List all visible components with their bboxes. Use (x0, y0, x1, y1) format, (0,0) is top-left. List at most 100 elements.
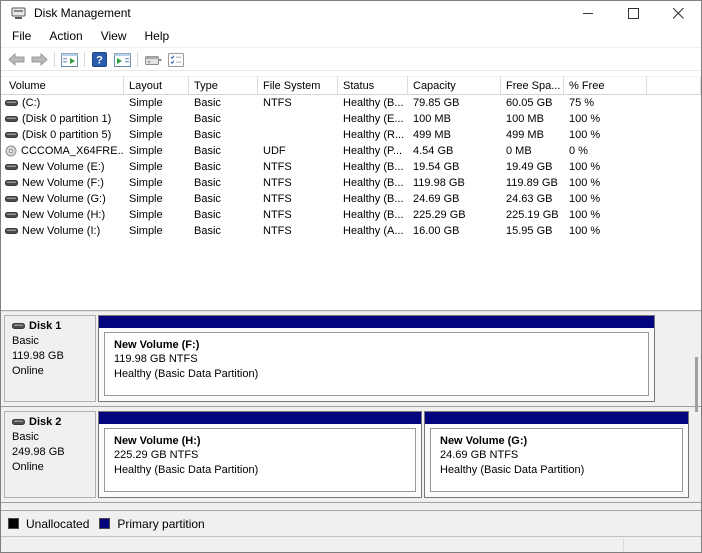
menu-file[interactable]: File (3, 26, 40, 46)
cell-volume: (C:) (1, 97, 124, 109)
disk-name: Disk 2 (29, 416, 61, 428)
cell-free: 0 MB (501, 145, 564, 157)
cell-free: 100 MB (501, 113, 564, 125)
volume-list-header: VolumeLayoutTypeFile SystemStatusCapacit… (1, 76, 701, 95)
volume-row[interactable]: (Disk 0 partition 5)SimpleBasicHealthy (… (1, 127, 701, 143)
column-header-volume[interactable]: Volume (1, 76, 124, 95)
legend-item-primary: Primary partition (99, 517, 204, 531)
cell-type: Basic (189, 161, 258, 173)
column-header-capacity[interactable]: Capacity (408, 76, 501, 95)
partition-label: New Volume (H:) (114, 434, 415, 448)
partition[interactable]: New Volume (G:)24.69 GB NTFSHealthy (Bas… (424, 411, 689, 498)
partition-label: New Volume (G:) (440, 434, 682, 448)
cell-type: Basic (189, 97, 258, 109)
cell-volume: CCCOMA_X64FRE... (1, 145, 124, 157)
cell-pct: 100 % (564, 161, 647, 173)
cell-layout: Simple (124, 97, 189, 109)
disk-status: Online (12, 460, 95, 475)
partition-body: New Volume (F:)119.98 GB NTFSHealthy (Ba… (104, 332, 649, 396)
volume-row[interactable]: (C:)SimpleBasicNTFSHealthy (B...79.85 GB… (1, 95, 701, 111)
partition-label: New Volume (F:) (114, 338, 648, 352)
column-header-type[interactable]: Type (189, 76, 258, 95)
cell-type: Basic (189, 209, 258, 221)
cell-layout: Simple (124, 113, 189, 125)
partition-body: New Volume (H:)225.29 GB NTFSHealthy (Ba… (104, 428, 416, 492)
volume-row[interactable]: New Volume (H:)SimpleBasicNTFSHealthy (B… (1, 207, 701, 223)
volume-list: VolumeLayoutTypeFile SystemStatusCapacit… (1, 72, 701, 310)
checklist-toolbar-button[interactable] (164, 50, 187, 70)
disk-header[interactable]: Disk 1Basic119.98 GBOnline (4, 315, 96, 402)
menu-view[interactable]: View (92, 26, 136, 46)
disk-title: Disk 1 (12, 320, 95, 332)
disk-icon (5, 179, 18, 187)
column-header-file-system[interactable]: File System (258, 76, 338, 95)
cell-status: Healthy (B... (338, 97, 408, 109)
cell-volume: New Volume (H:) (1, 209, 124, 221)
action-pane-toolbar-button[interactable] (111, 50, 134, 70)
cell-fs: NTFS (258, 177, 338, 189)
cell-free: 24.63 GB (501, 193, 564, 205)
cell-layout: Simple (124, 193, 189, 205)
column-header--free[interactable]: % Free (564, 76, 647, 95)
legend-label: Unallocated (26, 517, 89, 531)
maximize-button[interactable] (611, 1, 656, 25)
cell-pct: 0 % (564, 145, 647, 157)
volume-name: New Volume (I:) (22, 225, 100, 237)
column-header-free-spa-[interactable]: Free Spa... (501, 76, 564, 95)
cell-volume: New Volume (G:) (1, 193, 124, 205)
disk-icon (5, 115, 18, 123)
partition[interactable]: New Volume (F:)119.98 GB NTFSHealthy (Ba… (98, 315, 655, 402)
partition[interactable]: New Volume (H:)225.29 GB NTFSHealthy (Ba… (98, 411, 422, 498)
volume-name: New Volume (E:) (22, 161, 105, 173)
action-pane-icon (114, 53, 131, 67)
menu-action[interactable]: Action (40, 26, 91, 46)
window-title: Disk Management (34, 6, 131, 20)
volume-row[interactable]: New Volume (F:)SimpleBasicNTFSHealthy (B… (1, 175, 701, 191)
cell-capacity: 19.54 GB (408, 161, 501, 173)
cell-type: Basic (189, 113, 258, 125)
cell-free: 119.89 GB (501, 177, 564, 189)
column-header-status[interactable]: Status (338, 76, 408, 95)
cell-pct: 100 % (564, 209, 647, 221)
disk-title: Disk 2 (12, 416, 95, 428)
cell-fs: NTFS (258, 225, 338, 237)
volume-row[interactable]: New Volume (I:)SimpleBasicNTFSHealthy (A… (1, 223, 701, 239)
disk-icon (5, 131, 18, 139)
menubar: FileActionViewHelp (1, 25, 701, 48)
popup-window-toolbar-button[interactable] (141, 50, 164, 70)
cell-volume: (Disk 0 partition 1) (1, 113, 124, 125)
close-button[interactable] (656, 1, 701, 25)
back-toolbar-button[interactable] (5, 50, 28, 70)
partition-size-fs: 119.98 GB NTFS (114, 352, 648, 367)
cell-pct: 100 % (564, 177, 647, 189)
minimize-button[interactable] (566, 1, 611, 25)
console-tree-toolbar-button[interactable] (58, 50, 81, 70)
disk-management-app-icon (10, 6, 26, 20)
volume-row[interactable]: (Disk 0 partition 1)SimpleBasicHealthy (… (1, 111, 701, 127)
volume-row[interactable]: New Volume (E:)SimpleBasicNTFSHealthy (B… (1, 159, 701, 175)
volume-row[interactable]: New Volume (G:)SimpleBasicNTFSHealthy (B… (1, 191, 701, 207)
help-icon: ? (92, 52, 107, 67)
statusbar (1, 536, 701, 552)
disk-header[interactable]: Disk 2Basic249.98 GBOnline (4, 411, 96, 498)
forward-toolbar-button[interactable] (28, 50, 51, 70)
popup-window-icon (144, 54, 162, 66)
volume-name: CCCOMA_X64FRE... (21, 145, 124, 157)
partition-status: Healthy (Basic Data Partition) (114, 367, 648, 382)
column-header-layout[interactable]: Layout (124, 76, 189, 95)
disk-size: 249.98 GB (12, 445, 95, 460)
partition-size-fs: 225.29 GB NTFS (114, 448, 415, 463)
cell-volume: New Volume (F:) (1, 177, 124, 189)
help-toolbar-button[interactable]: ? (88, 50, 111, 70)
cell-type: Basic (189, 177, 258, 189)
toolbar: ? (1, 49, 701, 71)
disk-icon (5, 227, 18, 235)
cell-layout: Simple (124, 129, 189, 141)
disk-row-disk-2: Disk 2Basic249.98 GBOnlineNew Volume (H:… (1, 408, 701, 503)
cell-capacity: 24.69 GB (408, 193, 501, 205)
cell-fs: UDF (258, 145, 338, 157)
volume-row[interactable]: CCCOMA_X64FRE...SimpleBasicUDFHealthy (P… (1, 143, 701, 159)
cell-status: Healthy (B... (338, 209, 408, 221)
menu-help[interactable]: Help (136, 26, 179, 46)
cell-capacity: 225.29 GB (408, 209, 501, 221)
